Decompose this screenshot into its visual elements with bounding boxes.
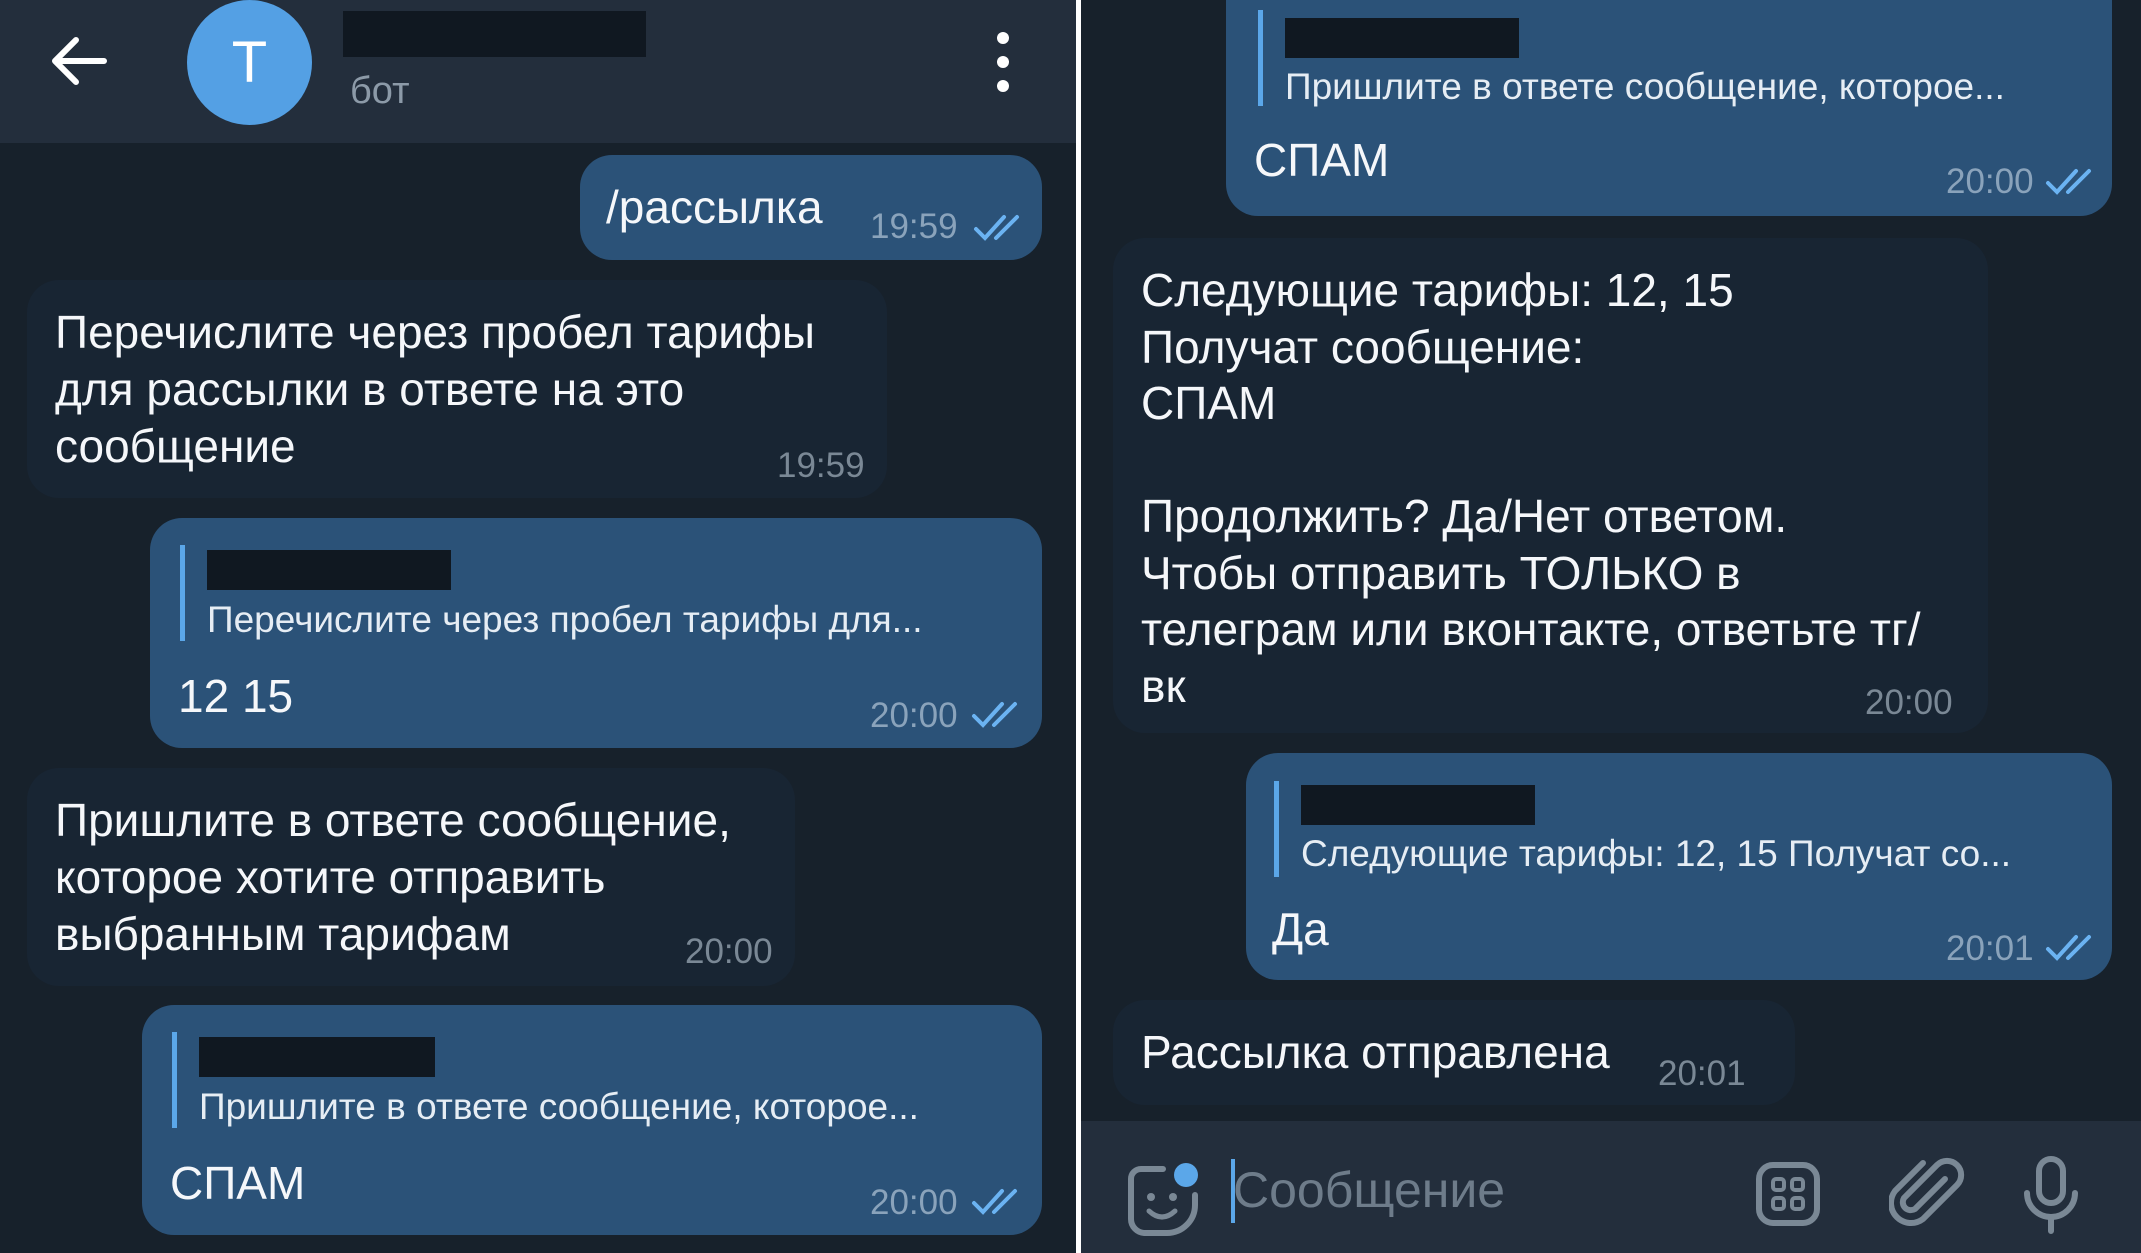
quote-author-redacted <box>1285 18 1519 58</box>
message-time: 20:00 <box>870 1183 958 1222</box>
message-text: СПАМ <box>1254 134 1390 186</box>
message-time: 20:01 <box>1946 929 2034 968</box>
message-text: Пришлите в ответе сообщение, которое хот… <box>55 794 731 960</box>
message-incoming[interactable]: Перечислите через пробел тарифы для расс… <box>27 280 887 498</box>
message-outgoing-reply[interactable]: Пришлите в ответе сообщение, которое... … <box>1226 0 2112 216</box>
quote-author-redacted <box>207 550 451 590</box>
avatar[interactable]: Т <box>187 0 312 125</box>
message-time: 20:00 <box>685 932 773 971</box>
reply-quote[interactable]: Пришлите в ответе сообщение, которое... <box>1258 10 2005 107</box>
double-check-icon <box>974 215 1019 241</box>
avatar-letter: Т <box>231 30 268 95</box>
double-check-icon <box>2046 169 2091 195</box>
message-time: 19:59 <box>870 207 958 246</box>
message-incoming[interactable]: Следующие тарифы: 12, 15 Получат сообщен… <box>1113 238 1988 733</box>
message-text: СПАМ <box>170 1157 306 1209</box>
message-time: 19:59 <box>777 446 865 485</box>
message-time: 20:00 <box>1946 162 2034 201</box>
message-composer: Сообщение <box>1081 1121 2141 1253</box>
chat-pane-right: Пришлите в ответе сообщение, которое... … <box>1081 0 2141 1253</box>
quote-text: Пришлите в ответе сообщение, которое... <box>1285 66 2005 107</box>
double-check-icon <box>972 702 1017 728</box>
message-time: 20:00 <box>1865 683 1953 722</box>
message-text: Рассылка отправлена <box>1141 1026 1610 1078</box>
attach-icon[interactable] <box>1889 1157 1965 1233</box>
message-outgoing-reply[interactable]: Следующие тарифы: 12, 15 Получат со... Д… <box>1246 753 2112 980</box>
chat-title-redacted <box>343 11 646 57</box>
message-time: 20:01 <box>1658 1054 1746 1093</box>
message-text: /рассылка <box>606 181 823 233</box>
chat-subtitle: бот <box>350 70 410 112</box>
mic-icon[interactable] <box>2021 1155 2081 1235</box>
sticker-icon[interactable] <box>1123 1161 1203 1241</box>
message-outgoing-reply[interactable]: Пришлите в ответе сообщение, которое... … <box>142 1005 1042 1235</box>
chat-pane-left: Т бот /рассылка 19:59 Перечислите через … <box>0 0 1076 1253</box>
message-outgoing-reply[interactable]: Перечислите через пробел тарифы для... 1… <box>150 518 1042 748</box>
quote-author-redacted <box>1301 785 1535 825</box>
message-incoming[interactable]: Пришлите в ответе сообщение, которое хот… <box>27 768 795 986</box>
quote-text: Следующие тарифы: 12, 15 Получат со... <box>1301 833 2012 874</box>
message-input[interactable]: Сообщение <box>1233 1161 1505 1219</box>
bot-commands-icon[interactable] <box>1753 1159 1823 1229</box>
more-vertical-icon[interactable] <box>990 32 1016 92</box>
chat-header: Т бот <box>0 0 1076 143</box>
back-arrow-icon[interactable] <box>44 26 114 96</box>
double-check-icon <box>972 1189 1017 1215</box>
quote-text: Пришлите в ответе сообщение, которое... <box>199 1086 919 1127</box>
message-outgoing[interactable]: /рассылка 19:59 <box>580 155 1042 260</box>
message-text: Да <box>1272 903 1329 955</box>
reply-quote[interactable]: Следующие тарифы: 12, 15 Получат со... <box>1274 781 2011 877</box>
message-text: Перечислите через пробел тарифы для расс… <box>55 306 815 472</box>
message-incoming[interactable]: Рассылка отправлена 20:01 <box>1113 1000 1795 1105</box>
double-check-icon <box>2046 935 2091 961</box>
reply-quote[interactable]: Перечислите через пробел тарифы для... <box>180 545 923 641</box>
quote-author-redacted <box>199 1037 435 1077</box>
message-text: 12 15 <box>178 670 294 722</box>
message-text: Следующие тарифы: 12, 15 Получат сообщен… <box>1141 264 1921 712</box>
message-time: 20:00 <box>870 696 958 735</box>
reply-quote[interactable]: Пришлите в ответе сообщение, которое... <box>172 1032 919 1128</box>
quote-text: Перечислите через пробел тарифы для... <box>207 599 923 640</box>
